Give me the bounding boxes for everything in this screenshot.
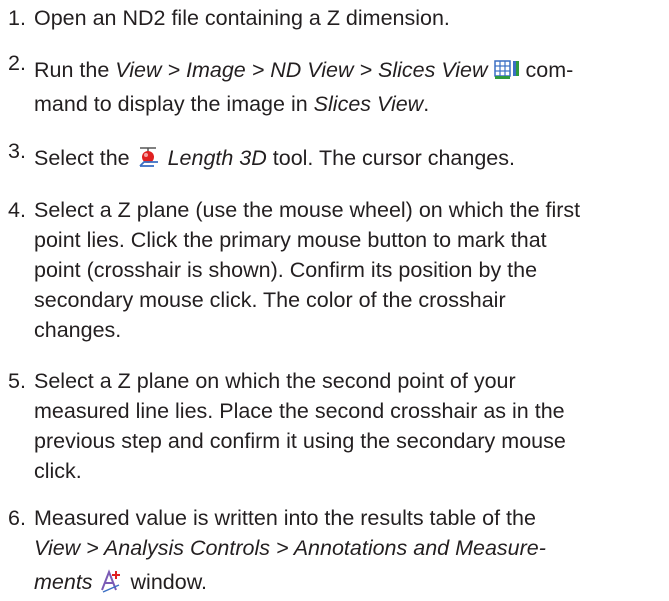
slices-view-icon [493, 59, 520, 89]
step-text: Open an ND2 file containing a Z dimensio… [34, 6, 450, 30]
step-text-line: Select a Z plane (use the mouse wheel) o… [34, 198, 581, 222]
step-1: 1. Open an ND2 file containing a Z dimen… [8, 3, 658, 33]
step-number: 1. [8, 6, 26, 30]
step-number: 6. [8, 506, 26, 530]
step-text-line: measured line lies. Place the second cro… [34, 399, 565, 423]
step-text-line: click. [34, 459, 82, 483]
step-text-line: Select a Z plane on which the second poi… [34, 369, 516, 393]
tool-name: Length 3D [167, 146, 267, 170]
step-number: 4. [8, 198, 26, 222]
step-5: 5. Select a Z plane on which the second … [8, 366, 658, 483]
step-2: 2. Run the View > Image > ND View > Slic… [8, 51, 658, 116]
step-6: 6. Measured value is written into the re… [8, 503, 658, 594]
menu-command: View > Image > ND View > Slices View [115, 58, 488, 82]
step-text-line: changes. [34, 318, 122, 342]
step-number: 2. [8, 51, 26, 75]
step-number: 5. [8, 369, 26, 393]
step-4: 4. Select a Z plane (use the mouse wheel… [8, 195, 658, 342]
annotations-icon [99, 569, 125, 601]
step-number: 3. [8, 139, 26, 163]
step-text-line: secondary mouse click. The color of the … [34, 288, 506, 312]
step-text-line: previous step and confirm it using the s… [34, 429, 566, 453]
length-3d-icon [136, 145, 162, 177]
menu-command: View > Analysis Controls > Annotations a… [34, 536, 546, 560]
instruction-list: 1. Open an ND2 file containing a Z dimen… [0, 0, 669, 594]
step-3: 3. Select the Length 3D tool. The cursor… [8, 139, 658, 173]
step-text-line: point (crosshair is shown). Confirm its … [34, 258, 538, 282]
step-text-line: point lies. Click the primary mouse butt… [34, 228, 547, 252]
